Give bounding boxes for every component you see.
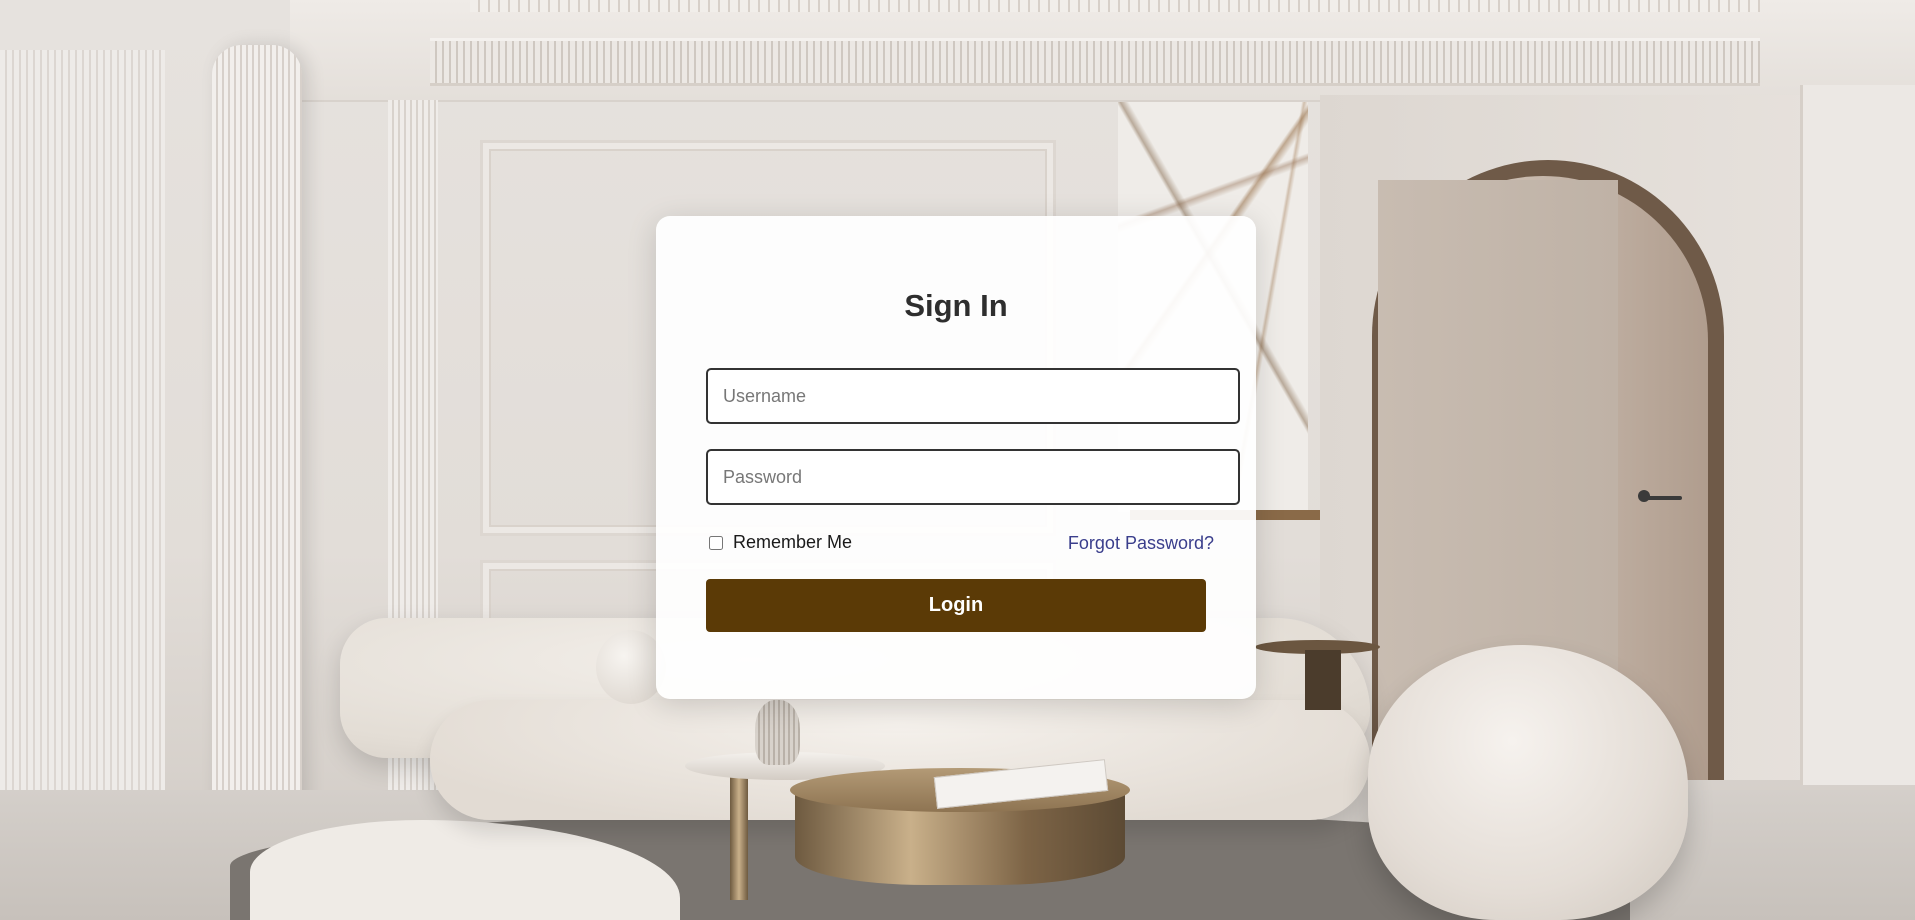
round-side-table-base — [1305, 650, 1341, 710]
login-page: Sign In Remember Me Forgot Password? Log… — [0, 0, 1915, 920]
side-table-leg — [730, 770, 748, 900]
fluted-column — [212, 45, 302, 825]
login-button[interactable]: Login — [706, 579, 1206, 632]
ceiling-molding — [470, 0, 1760, 12]
page-title: Sign In — [904, 288, 1008, 323]
username-input[interactable] — [706, 368, 1240, 424]
remember-me[interactable]: Remember Me — [709, 532, 852, 553]
ceiling-ribs — [430, 38, 1760, 86]
fluted-wall — [0, 50, 165, 820]
login-card: Sign In Remember Me Forgot Password? Log… — [656, 216, 1256, 699]
remember-me-checkbox[interactable] — [709, 535, 723, 550]
far-wall-panel — [1800, 85, 1915, 785]
vase — [755, 700, 800, 765]
door-handle — [1642, 496, 1682, 500]
forgot-password-link[interactable]: Forgot Password? — [1064, 532, 1214, 554]
remember-me-label: Remember Me — [733, 532, 853, 552]
password-input[interactable] — [706, 449, 1240, 505]
